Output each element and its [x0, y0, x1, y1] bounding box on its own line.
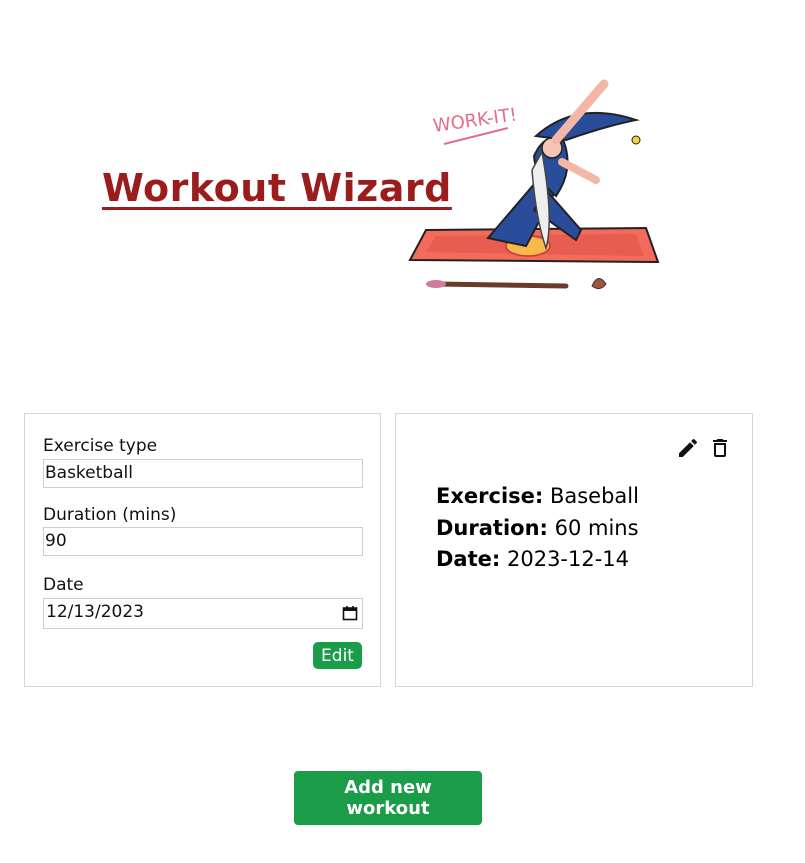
- duration-key: Duration:: [436, 516, 548, 540]
- trash-icon[interactable]: [708, 436, 732, 460]
- calendar-icon[interactable]: [342, 605, 358, 621]
- edit-button[interactable]: Edit: [313, 642, 362, 669]
- pencil-icon[interactable]: [676, 436, 700, 460]
- date-row: Date: 2023-12-14: [436, 547, 629, 571]
- add-workout-button[interactable]: Add new workout: [294, 771, 482, 825]
- duration-label: Duration (mins): [43, 505, 177, 525]
- wizard-illustration: WORK-IT!: [408, 79, 660, 290]
- date-label: Date: [43, 575, 84, 595]
- date-value-display: 2023-12-14: [506, 547, 630, 571]
- workout-card: Exercise: Baseball Duration: 60 mins Dat…: [395, 413, 753, 687]
- exercise-value: Baseball: [549, 484, 639, 508]
- exercise-key: Exercise:: [436, 484, 544, 508]
- duration-value: 60 mins: [554, 516, 639, 540]
- exercise-type-label: Exercise type: [43, 436, 158, 456]
- date-key: Date:: [436, 547, 501, 571]
- duration-input[interactable]: 90: [43, 527, 363, 556]
- workout-form-card: Exercise type Basketball Duration (mins)…: [24, 413, 381, 687]
- date-input[interactable]: 12/13/2023: [43, 598, 363, 629]
- date-value: 12/13/2023: [46, 602, 144, 622]
- exercise-type-input[interactable]: Basketball: [43, 459, 363, 488]
- exercise-row: Exercise: Baseball: [436, 484, 639, 508]
- duration-row: Duration: 60 mins: [436, 516, 639, 540]
- hero-text: WORK-IT!: [432, 104, 519, 137]
